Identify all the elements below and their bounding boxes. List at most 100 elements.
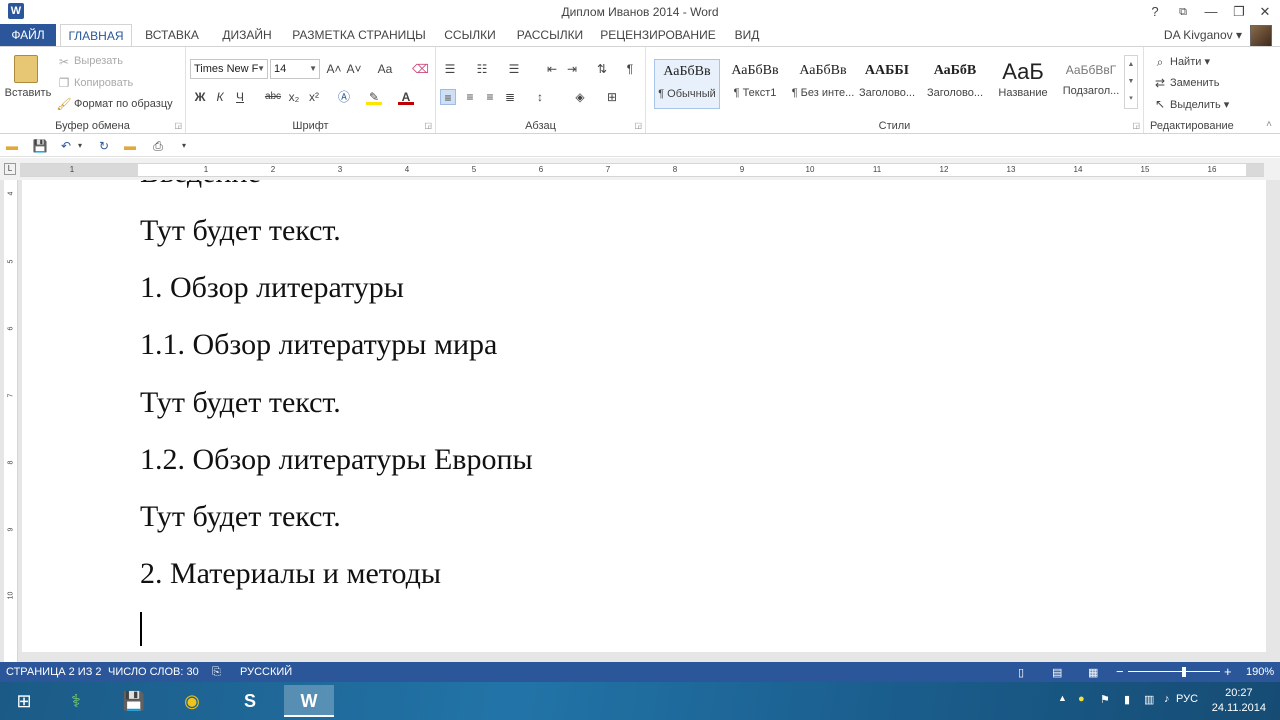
heading-introduction[interactable]: Введение	[140, 180, 261, 190]
decrease-indent-icon[interactable]: ⇤	[544, 61, 560, 77]
underline-button[interactable]: Ч	[232, 89, 248, 105]
body-paragraph[interactable]: Тут будет текст.	[140, 386, 341, 420]
align-left-icon[interactable]: ≡	[440, 89, 456, 105]
volume-icon[interactable]: ♪	[1164, 693, 1170, 705]
user-account[interactable]: DA Kivganov ▾	[1164, 28, 1242, 42]
tab-view[interactable]: ВИД	[728, 24, 766, 46]
collapse-ribbon-icon[interactable]: ˄	[1266, 119, 1272, 130]
horizontal-ruler[interactable]: 1 1 2 3 4 5 6 7 8 9 10 11 12 13 14 15 16	[20, 163, 1264, 177]
select-button[interactable]: Выделить ▾	[1170, 98, 1229, 111]
sort-icon[interactable]: ⇅	[594, 61, 610, 77]
tray-app-icon[interactable]: ●	[1078, 693, 1085, 705]
language-indicator[interactable]: РУССКИЙ	[240, 666, 292, 678]
shrink-font-icon[interactable]: A˅	[346, 61, 362, 77]
subscript-button[interactable]: x₂	[286, 89, 302, 105]
italic-button[interactable]: К	[212, 89, 228, 105]
ribbon-display-options-icon[interactable]: ⧉	[1170, 2, 1196, 22]
heading-2[interactable]: 2. Материалы и методы	[140, 557, 441, 591]
style-subtitle[interactable]: АаБбВвГ Подзагол...	[1058, 59, 1124, 109]
zoom-slider-thumb[interactable]	[1182, 667, 1186, 677]
page-count[interactable]: СТРАНИЦА 2 ИЗ 2	[6, 666, 102, 678]
chrome-icon[interactable]: ◉	[172, 685, 212, 717]
avatar[interactable]	[1250, 25, 1272, 47]
style-no-spacing[interactable]: АаБбВв ¶ Без инте...	[790, 59, 856, 109]
styles-launcher-icon[interactable]: ◲	[1132, 121, 1140, 130]
multilevel-list-icon[interactable]: ☰	[506, 61, 522, 77]
font-color-icon[interactable]: A	[398, 89, 414, 105]
tray-expand-icon[interactable]: ▲	[1058, 693, 1067, 703]
style-title[interactable]: АаБ Название	[990, 59, 1056, 109]
change-case-icon[interactable]: Aa	[374, 61, 396, 77]
increase-indent-icon[interactable]: ⇥	[564, 61, 580, 77]
network-icon[interactable]: ▥	[1144, 693, 1154, 706]
redo-icon[interactable]: ↻	[96, 138, 112, 154]
style-heading2[interactable]: АаБбВ Заголово...	[922, 59, 988, 109]
customize-toolbar-icon[interactable]: ▾	[176, 138, 192, 154]
zoom-level[interactable]: 190%	[1246, 666, 1274, 678]
find-button[interactable]: Найти ▾	[1170, 55, 1210, 68]
tab-review[interactable]: РЕЦЕНЗИРОВАНИЕ	[600, 24, 716, 46]
skype-icon[interactable]: S	[230, 685, 270, 717]
save-icon[interactable]: 💾	[32, 138, 48, 154]
grow-font-icon[interactable]: A˄	[326, 61, 342, 77]
system-clock[interactable]: 20:27 24.11.2014	[1212, 686, 1266, 716]
clear-formatting-icon[interactable]: ⌫	[412, 61, 429, 77]
network-app-icon[interactable]: ⚕	[56, 685, 96, 717]
input-language[interactable]: РУС	[1176, 693, 1198, 705]
web-layout-icon[interactable]: ▦	[1088, 666, 1098, 679]
minimize-button[interactable]: —	[1198, 2, 1224, 22]
font-name-combo[interactable]: Times New F ▼	[190, 59, 268, 79]
close-button[interactable]: ✕	[1252, 2, 1278, 22]
undo-dropdown-icon[interactable]: ▾	[72, 138, 88, 154]
word-taskbar-icon[interactable]: W	[284, 685, 334, 717]
tab-mailings[interactable]: РАССЫЛКИ	[512, 24, 588, 46]
tab-file[interactable]: ФАЙЛ	[0, 24, 56, 46]
print-preview-icon[interactable]: ⎙	[150, 138, 166, 154]
bullets-icon[interactable]: ☰	[442, 61, 458, 77]
vertical-ruler[interactable]: 4 5 6 7 8 9 10	[4, 180, 18, 662]
styles-scroll[interactable]: ▲ ▼ ▾	[1124, 55, 1138, 109]
justify-icon[interactable]: ≣	[502, 89, 518, 105]
highlight-icon[interactable]: ✎	[366, 89, 382, 105]
tab-references[interactable]: ССЫЛКИ	[440, 24, 500, 46]
save-app-icon[interactable]: 💾	[114, 685, 154, 717]
line-spacing-icon[interactable]: ↕	[532, 89, 548, 105]
clipboard-launcher-icon[interactable]: ◲	[174, 121, 182, 130]
paste-button[interactable]: Вставить	[4, 53, 51, 109]
proofing-icon[interactable]: ⎘	[212, 666, 221, 679]
help-icon[interactable]: ?	[1142, 2, 1168, 22]
style-normal[interactable]: АаБбВв ¶ Обычный	[654, 59, 720, 109]
replace-button[interactable]: Заменить	[1170, 77, 1219, 89]
body-paragraph[interactable]: Тут будет текст.	[140, 500, 341, 534]
tab-design[interactable]: ДИЗАЙН	[214, 24, 280, 46]
strikethrough-button[interactable]: abc	[262, 89, 284, 105]
battery-icon[interactable]: ▮	[1124, 693, 1130, 706]
tab-selector[interactable]: L	[4, 163, 16, 175]
zoom-in-button[interactable]: +	[1224, 664, 1232, 679]
tab-insert[interactable]: ВСТАВКА	[140, 24, 204, 46]
tab-home[interactable]: ГЛАВНАЯ	[60, 24, 132, 47]
heading-1[interactable]: 1. Обзор литературы	[140, 271, 404, 305]
style-heading1[interactable]: ААББI Заголово...	[854, 59, 920, 109]
read-mode-icon[interactable]: ▯	[1018, 666, 1024, 679]
borders-icon[interactable]: ⊞	[604, 89, 620, 105]
folder-icon[interactable]: ▬	[122, 138, 138, 154]
tray-flag-icon[interactable]: ⚑	[1100, 693, 1110, 706]
zoom-slider[interactable]	[1128, 671, 1220, 672]
style-text1[interactable]: АаБбВв ¶ Текст1	[722, 59, 788, 109]
font-launcher-icon[interactable]: ◲	[424, 121, 432, 130]
cut-button[interactable]: Вырезать	[74, 55, 123, 67]
shading-icon[interactable]: ◈	[572, 89, 588, 105]
heading-1-1[interactable]: 1.1. Обзор литературы мира	[140, 328, 497, 362]
show-formatting-icon[interactable]: ¶	[622, 61, 638, 77]
text-effects-icon[interactable]: Ⓐ	[336, 89, 352, 105]
heading-1-2[interactable]: 1.2. Обзор литературы Европы	[140, 443, 533, 477]
print-layout-icon[interactable]: ▤	[1052, 666, 1062, 679]
bold-button[interactable]: Ж	[192, 89, 208, 105]
format-painter-button[interactable]: Формат по образцу	[74, 98, 173, 110]
font-size-combo[interactable]: 14 ▼	[270, 59, 320, 79]
zoom-out-button[interactable]: −	[1116, 664, 1124, 679]
align-right-icon[interactable]: ≡	[482, 89, 498, 105]
document-page[interactable]: Введение Тут будет текст. 1. Обзор литер…	[22, 180, 1266, 652]
copy-button[interactable]: Копировать	[74, 77, 133, 89]
